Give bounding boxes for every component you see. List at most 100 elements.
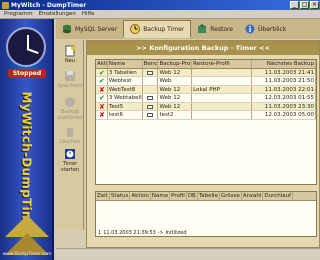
tab-label: Backup Timer (143, 25, 185, 33)
cell-restore (192, 102, 252, 110)
table-header: Aktiv Name Bench Backup-Profil Restore-P… (96, 60, 316, 69)
backup-timer-table[interactable]: Aktiv Name Bench Backup-Profil Restore-P… (95, 59, 317, 185)
tab-restore[interactable]: Restore (191, 20, 239, 38)
toolbar: Neu Speichern Backup ausführen Löschen T… (56, 40, 84, 230)
log-column-header[interactable]: Zeit (96, 192, 110, 200)
maximize-button[interactable]: □ (300, 1, 309, 9)
cell-profile: test2 (158, 111, 193, 119)
tab-label: Restore (210, 25, 234, 33)
menu-bar: Programm Einstellungen Hilfe (0, 10, 320, 19)
table-row[interactable]: ✔3 Webtabellen Web 12 12.03.2003 01:55 (96, 94, 316, 103)
column-header[interactable]: Restore-Profil (192, 60, 252, 68)
cell-profile: Web 12 (158, 94, 193, 102)
cell-next-backup: 12.03.2003 05:00 (252, 111, 316, 119)
log-column-header[interactable]: DB (187, 192, 198, 200)
log-column-header[interactable]: Anzahl (242, 192, 264, 200)
log-time: 11.03.2003 21:39:53 -> (103, 230, 164, 236)
title-bar: MyWitch - DumpTimer _ □ × (0, 0, 320, 10)
log-header: Zeit Status Aktion Name Profil DB Tabelle Gröss… (96, 192, 316, 201)
cell-name: Webtest (108, 77, 143, 85)
active-status-icon: ✘ (96, 102, 108, 110)
cell-next-backup: 12.03.2003 01:55 (252, 94, 316, 102)
menu-hilfe[interactable]: Hilfe (82, 11, 95, 17)
mail-icon (146, 70, 153, 75)
cell-restore (192, 94, 252, 102)
tool-label: Timer starten (61, 161, 79, 173)
log-message: Initilized (165, 230, 187, 236)
log-column-header[interactable]: Grösse (220, 192, 242, 200)
table-row[interactable]: ✘ WebTest8 Web 12 Lokal PHP 11.03.2003 22:01 (96, 85, 316, 94)
table-row[interactable]: ✔ Webtest Web 11.03.2003 21:50 (96, 77, 316, 86)
mail-icon (146, 96, 153, 100)
info-icon (245, 24, 255, 34)
table-row[interactable]: ✔ 3 Tabellen Web 12 11.03.2003 21:41 (96, 68, 316, 77)
database-icon (63, 24, 71, 34)
column-header[interactable]: Bench (143, 60, 159, 68)
cell-profile: Web 12 (158, 68, 193, 76)
cell-profile: Web 12 (158, 85, 193, 93)
tab-label: MySQL Server (75, 25, 118, 33)
log-table[interactable]: Zeit Status Aktion Name Profil DB Tabelle Gröss… (95, 191, 317, 237)
cell-profile: Web 12 (158, 102, 193, 110)
window-title: MyWitch - DumpTimer (11, 1, 87, 9)
cell-bench (143, 102, 159, 110)
close-button[interactable]: × (310, 1, 319, 9)
cell-bench (143, 85, 159, 93)
tab-backup-timer[interactable]: Backup Timer (123, 20, 192, 38)
log-column-header[interactable]: Status (110, 192, 131, 200)
active-status-icon: ✘ (96, 111, 108, 119)
run-backup-button[interactable]: Backup ausführen (57, 96, 83, 121)
tab-bar: MySQL Server Backup Timer Restore Überbl… (56, 19, 320, 39)
cell-name: Test5 (108, 102, 143, 110)
cell-next-backup: 11.03.2003 23:30 (252, 102, 316, 110)
log-column-header[interactable]: Name (151, 192, 171, 200)
log-column-header[interactable]: Profil (170, 192, 187, 200)
cell-bench (143, 68, 159, 76)
app-icon (2, 1, 9, 9)
mail-icon (146, 104, 153, 109)
column-header[interactable]: Nächstes Backup (252, 60, 316, 68)
cell-name: test6 (108, 111, 143, 119)
column-header[interactable]: Aktiv (96, 60, 108, 68)
backup-icon (65, 97, 75, 107)
save-icon (65, 71, 75, 81)
log-column-header[interactable]: Tabelle (198, 192, 220, 200)
active-status-icon: ✔ (96, 68, 108, 76)
table-row[interactable]: ✘ test6 test2 12.03.2003 05:00 (96, 111, 316, 120)
cell-restore (192, 77, 252, 85)
table-row[interactable]: ✘ Test5 Web 12 11.03.2003 23:30 (96, 102, 316, 111)
window-controls: _ □ × (290, 1, 319, 9)
log-column-header[interactable]: Aktion (130, 192, 151, 200)
status-bar (56, 248, 320, 260)
tool-label: Backup ausführen (57, 109, 83, 121)
column-header[interactable]: Backup-Profil (158, 60, 193, 68)
new-button[interactable]: Neu (57, 45, 83, 64)
menu-einstellungen[interactable]: Einstellungen (39, 11, 76, 17)
cell-name: 3 Webtabellen (108, 94, 143, 102)
tool-label: Speichern (57, 83, 83, 89)
delete-button[interactable]: Löschen (57, 126, 83, 145)
tool-label: Löschen (59, 139, 81, 145)
cell-next-backup: 11.03.2003 21:41 (252, 68, 316, 76)
menu-programm[interactable]: Programm (4, 11, 33, 17)
cell-bench (143, 111, 159, 119)
restore-icon (198, 24, 207, 33)
website-url: www.DumpTimer.com (2, 252, 52, 257)
log-row[interactable]: 1 11.03.2003 21:39:53 -> Initilized (96, 230, 316, 238)
active-status-icon: ✘ (96, 85, 108, 93)
main-panel: >> Konfiguration Backup - Timer << Aktiv… (86, 40, 320, 248)
column-header[interactable]: Name (108, 60, 143, 68)
timer-icon (130, 24, 141, 34)
tab-ueberblick[interactable]: Überblick (239, 20, 292, 38)
section-banner: >> Konfiguration Backup - Timer << (87, 41, 319, 55)
minimize-button[interactable]: _ (290, 1, 299, 9)
table-body: ✔ 3 Tabellen Web 12 11.03.2003 21:41 ✔ Webtes… (96, 68, 316, 120)
cell-restore: Lokal PHP (192, 85, 252, 93)
timer-start-icon (65, 149, 75, 159)
start-timer-button[interactable]: Timer starten (57, 148, 83, 173)
tab-mysql-server[interactable]: MySQL Server (56, 20, 123, 38)
save-button[interactable]: Speichern (57, 70, 83, 89)
cell-name: WebTest8 (108, 85, 143, 93)
cell-profile: Web (158, 77, 193, 85)
log-column-header[interactable]: Durchlauf (263, 192, 294, 200)
